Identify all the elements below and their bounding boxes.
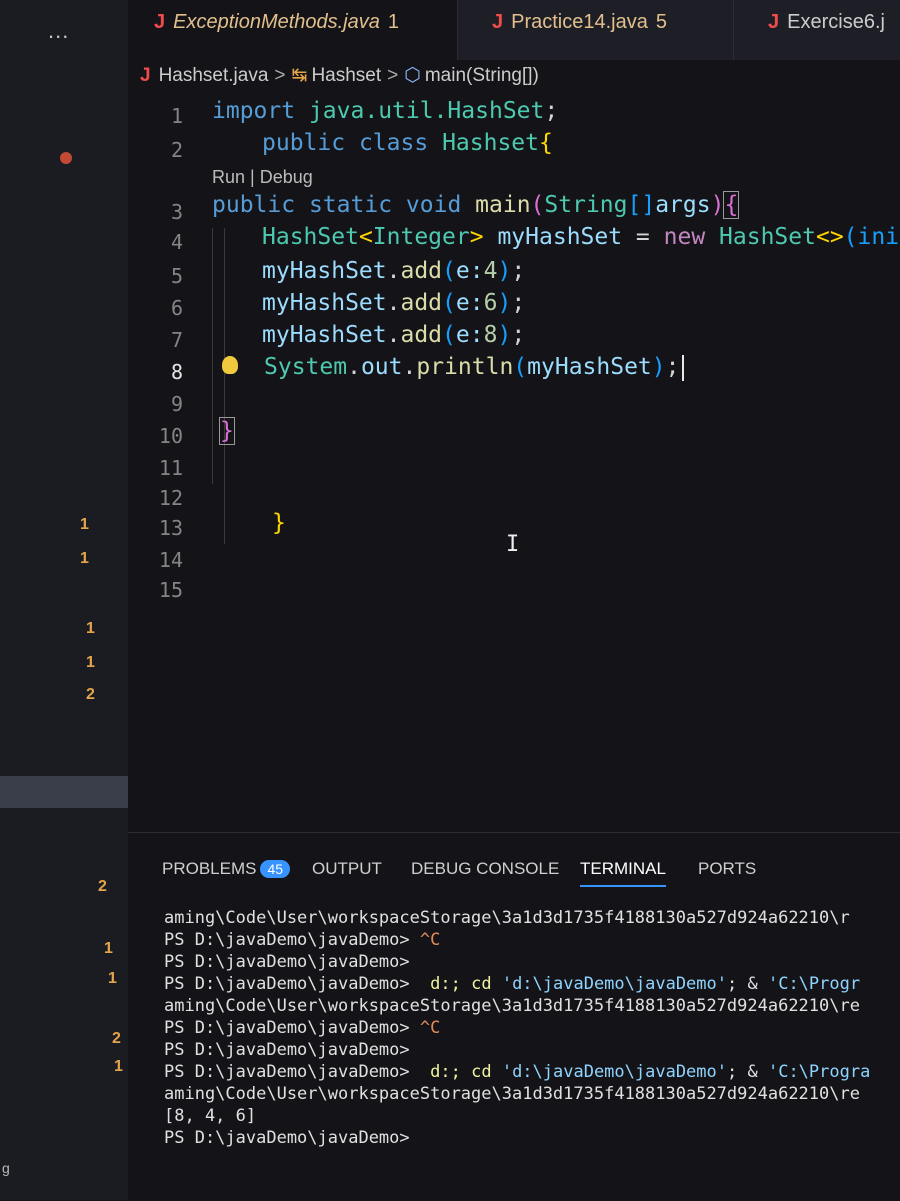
- problem-count-badge: 1: [80, 516, 89, 533]
- terminal-line: PS D:\javaDemo\javaDemo>: [164, 1128, 410, 1148]
- tab-practice14[interactable]: J Practice14.java 5: [458, 0, 734, 60]
- line-number: 1: [170, 104, 183, 128]
- code-line-10: }: [219, 417, 235, 445]
- line-number: 4: [170, 230, 183, 254]
- tab-debug-console[interactable]: DEBUG CONSOLE: [411, 859, 559, 879]
- terminal-line: PS D:\javaDemo\javaDemo> ^C: [164, 1018, 441, 1038]
- breadcrumb: J Hashset.java > ↹ Hashset > ⬡ main(String[]): [140, 62, 539, 92]
- more-actions-icon[interactable]: ...: [48, 18, 69, 44]
- tab-exercise6[interactable]: J Exercise6.j: [734, 0, 900, 60]
- terminal-line: PS D:\javaDemo\javaDemo> d:; cd 'd:\java…: [164, 974, 861, 994]
- problems-count-badge: 45: [260, 860, 291, 878]
- lightbulb-icon[interactable]: [222, 356, 238, 374]
- side-panel: ... 1 1 1 1 2 2 1 1 2 1 g: [0, 0, 128, 1200]
- bottom-panel: PROBLEMS 45 OUTPUT DEBUG CONSOLE TERMINAL…: [128, 832, 900, 1201]
- java-file-icon: J: [768, 11, 780, 33]
- line-number: 5: [170, 264, 183, 288]
- tab-label: Practice14.java: [511, 11, 648, 33]
- tab-problem-count: 5: [655, 11, 667, 33]
- line-number: 12: [158, 486, 183, 510]
- problem-count-badge: 1: [104, 940, 113, 957]
- class-icon: ↹: [291, 65, 308, 86]
- terminal-line: aming\Code\User\workspaceStorage\3a1d3d1…: [164, 996, 860, 1016]
- code-line-2: public class Hashset{: [262, 130, 553, 156]
- run-debug-codelens[interactable]: Run | Debug: [212, 167, 313, 188]
- edge-text: g: [2, 1160, 10, 1176]
- program-output: [8, 4, 6]: [164, 1106, 257, 1126]
- selected-explorer-item[interactable]: [0, 776, 128, 808]
- code-line-8: System.out.println(myHashSet);: [264, 354, 684, 381]
- method-cube-icon: ⬡: [404, 65, 421, 86]
- java-file-icon: J: [140, 65, 151, 86]
- indent-guide: [224, 228, 225, 544]
- line-number: 2: [170, 138, 183, 162]
- code-line-7: myHashSet.add(e:8);: [262, 322, 526, 348]
- line-number: 3: [170, 200, 183, 224]
- problem-count-badge: 2: [112, 1030, 121, 1047]
- code-line-3: public static void main(String[]args){: [212, 191, 740, 219]
- line-number: 7: [170, 328, 183, 352]
- tab-terminal[interactable]: TERMINAL: [580, 859, 666, 887]
- problem-count-badge: 1: [86, 620, 95, 637]
- tab-problems[interactable]: PROBLEMS 45: [162, 859, 291, 879]
- code-line-1: import java.util.HashSet;: [212, 98, 559, 124]
- problem-count-badge: 1: [114, 1058, 123, 1075]
- terminal-line: PS D:\javaDemo\javaDemo> d:; cd 'd:\java…: [164, 1062, 871, 1082]
- terminal-line: PS D:\javaDemo\javaDemo> ^C: [164, 930, 441, 950]
- line-number: 11: [158, 456, 183, 480]
- line-number: 10: [158, 424, 183, 448]
- chevron-right-icon: >: [387, 65, 399, 86]
- terminal-output[interactable]: aming\Code\User\workspaceStorage\3a1d3d1…: [164, 907, 900, 1149]
- line-number-active: 8: [170, 360, 183, 384]
- problem-count-badge: 2: [98, 878, 107, 895]
- tab-output[interactable]: OUTPUT: [312, 859, 382, 879]
- terminal-line: PS D:\javaDemo\javaDemo>: [164, 952, 410, 972]
- line-number: 6: [170, 296, 183, 320]
- tab-label: Exercise6.j: [787, 11, 885, 33]
- tab-label: ExceptionMethods.java: [173, 11, 380, 33]
- breadcrumb-method[interactable]: main(String[]): [425, 65, 539, 86]
- line-number: 13: [158, 516, 183, 540]
- ibeam-cursor-icon: I: [506, 532, 520, 557]
- code-editor[interactable]: 1 2 3 4 5 6 7 8 9 10 11 12 13 14 15 impo…: [128, 92, 900, 832]
- problem-count-badge: 2: [86, 686, 95, 703]
- chevron-right-icon: >: [274, 65, 286, 86]
- java-file-icon: J: [492, 11, 504, 33]
- editor-tab-bar: J ExceptionMethods.java 1 J Practice14.java…: [128, 0, 900, 60]
- code-line-4: HashSet<Integer> myHashSet = new HashSet…: [262, 224, 900, 250]
- tab-problem-count: 1: [387, 11, 400, 33]
- terminal-line: aming\Code\User\workspaceStorage\3a1d3d1…: [164, 908, 850, 928]
- line-number: 14: [158, 548, 183, 572]
- line-number: 15: [158, 578, 183, 602]
- breadcrumb-class[interactable]: Hashset: [311, 65, 381, 86]
- line-number: 9: [170, 392, 183, 416]
- terminal-line: aming\Code\User\workspaceStorage\3a1d3d1…: [164, 1084, 860, 1104]
- breakpoint-dot-icon[interactable]: [60, 152, 72, 164]
- java-file-icon: J: [154, 11, 166, 33]
- terminal-line: PS D:\javaDemo\javaDemo>: [164, 1040, 410, 1060]
- tab-ports[interactable]: PORTS: [698, 859, 756, 879]
- breadcrumb-file[interactable]: Hashset.java: [159, 65, 269, 86]
- code-line-13: }: [272, 510, 286, 536]
- indent-guide: [212, 228, 213, 484]
- text-cursor: [681, 354, 684, 381]
- tab-exceptionmethods[interactable]: J ExceptionMethods.java 1: [128, 0, 458, 60]
- problem-count-badge: 1: [108, 970, 117, 987]
- problem-count-badge: 1: [80, 550, 89, 567]
- code-line-5: myHashSet.add(e:4);: [262, 258, 526, 284]
- code-line-6: myHashSet.add(e:6);: [262, 290, 526, 316]
- problem-count-badge: 1: [86, 654, 95, 671]
